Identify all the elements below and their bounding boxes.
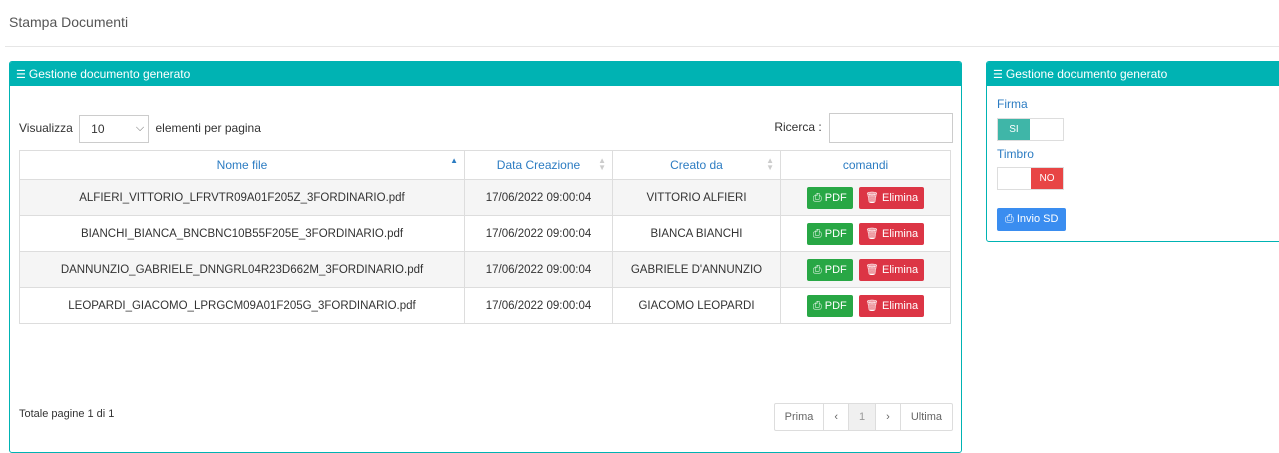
- sort-asc-icon: ▲: [450, 156, 458, 165]
- panel-header: ☰ Gestione documento generato: [987, 62, 1279, 86]
- trash-icon: 🗑: [864, 191, 879, 204]
- trash-icon: 🗑: [864, 263, 879, 276]
- panel-header: ☰ Gestione documento generato: [10, 62, 961, 86]
- delete-button[interactable]: 🗑 Elimina: [858, 294, 925, 317]
- trash-icon: 🗑: [864, 299, 879, 312]
- pager-last[interactable]: Ultima: [901, 404, 952, 430]
- printer-icon: ⎙: [812, 299, 822, 312]
- table-row: LEOPARDI_GIACOMO_LPRGCM09A01F205G_3FORDI…: [19, 287, 951, 324]
- toggle-value: NO: [1031, 168, 1063, 189]
- column-header-author[interactable]: Creato da ▲ ▼: [612, 150, 781, 180]
- column-header-file[interactable]: Nome file ▲: [19, 150, 465, 180]
- printer-icon: ⎙: [812, 191, 822, 204]
- cell-commands: ⎙ PDF 🗑 Elimina: [780, 287, 951, 324]
- timbro-label: Timbro: [997, 147, 1034, 161]
- cell-commands: ⎙ PDF 🗑 Elimina: [780, 179, 951, 216]
- pagination: Prima ‹ 1 › Ultima: [773, 403, 953, 431]
- pager-current-page[interactable]: 1: [849, 404, 877, 430]
- page-title: Stampa Documenti: [9, 14, 129, 30]
- cell-file: BIANCHI_BIANCA_BNCBNC10B55F205E_3FORDINA…: [19, 215, 465, 252]
- length-prefix: Visualizza: [19, 121, 73, 135]
- cell-author: GABRIELE D'ANNUNZIO: [612, 251, 781, 288]
- toggle-value: SI: [998, 119, 1030, 140]
- delete-button[interactable]: 🗑 Elimina: [858, 186, 925, 209]
- divider: [5, 46, 1279, 47]
- cell-date: 17/06/2022 09:00:04: [464, 179, 613, 216]
- documents-panel: ☰ Gestione documento generato Visualizza …: [9, 61, 962, 453]
- table-row: ALFIERI_VITTORIO_LFRVTR09A01F205Z_3FORDI…: [19, 179, 951, 216]
- search-input[interactable]: [829, 112, 953, 143]
- timbro-toggle[interactable]: NO: [997, 167, 1064, 190]
- panel-title: Gestione documento generato: [1005, 67, 1168, 81]
- cell-author: VITTORIO ALFIERI: [612, 179, 781, 216]
- cell-date: 17/06/2022 09:00:04: [464, 215, 613, 252]
- cell-file: DANNUNZIO_GABRIELE_DNNGRL04R23D662M_3FOR…: [19, 251, 465, 288]
- delete-button[interactable]: 🗑 Elimina: [858, 258, 925, 281]
- pdf-button[interactable]: ⎙ PDF: [806, 294, 853, 317]
- documents-table: Nome file ▲ Data Creazione ▲ ▼ Creato da ▲ ▼ …: [19, 150, 951, 324]
- table-row: DANNUNZIO_GABRIELE_DNNGRL04R23D662M_3FOR…: [19, 251, 951, 288]
- table-info: Totale pagine 1 di 1: [19, 408, 115, 420]
- page-length-value: 10: [91, 121, 105, 136]
- cell-commands: ⎙ PDF 🗑 Elimina: [780, 251, 951, 288]
- list-icon: ☰: [993, 69, 1003, 81]
- cell-file: ALFIERI_VITTORIO_LFRVTR09A01F205Z_3FORDI…: [19, 179, 465, 216]
- pager-next[interactable]: ›: [876, 404, 901, 430]
- pdf-button[interactable]: ⎙ PDF: [806, 222, 853, 245]
- send-sd-button[interactable]: ⎙ Invio SD: [997, 208, 1067, 231]
- sort-icon: ▲ ▼: [766, 156, 774, 172]
- table-header-row: Nome file ▲ Data Creazione ▲ ▼ Creato da ▲ ▼ …: [19, 150, 951, 180]
- cell-date: 17/06/2022 09:00:04: [464, 251, 613, 288]
- length-suffix: elementi per pagina: [155, 121, 261, 135]
- pager-prev[interactable]: ‹: [824, 404, 850, 430]
- column-header-commands: comandi: [780, 150, 951, 180]
- pdf-button[interactable]: ⎙ PDF: [806, 258, 853, 281]
- firma-label: Firma: [997, 97, 1028, 111]
- printer-icon: ⎙: [1005, 213, 1014, 225]
- cell-commands: ⎙ PDF 🗑 Elimina: [780, 215, 951, 252]
- panel-title: Gestione documento generato: [28, 67, 191, 81]
- printer-icon: ⎙: [812, 263, 822, 276]
- pager-first[interactable]: Prima: [775, 404, 825, 430]
- table-row: BIANCHI_BIANCA_BNCBNC10B55F205E_3FORDINA…: [19, 215, 951, 252]
- delete-button[interactable]: 🗑 Elimina: [858, 222, 925, 245]
- firma-toggle[interactable]: SI: [997, 118, 1064, 141]
- search-control: Ricerca :: [774, 112, 953, 143]
- pdf-button[interactable]: ⎙ PDF: [806, 186, 853, 209]
- trash-icon: 🗑: [864, 227, 879, 240]
- sort-icon: ▲ ▼: [598, 156, 606, 172]
- page-length-select[interactable]: 10 ⌵: [79, 114, 150, 143]
- column-header-date[interactable]: Data Creazione ▲ ▼: [464, 150, 613, 180]
- printer-icon: ⎙: [812, 227, 822, 240]
- cell-file: LEOPARDI_GIACOMO_LPRGCM09A01F205G_3FORDI…: [19, 287, 465, 324]
- cell-date: 17/06/2022 09:00:04: [464, 287, 613, 324]
- cell-author: BIANCA BIANCHI: [612, 215, 781, 252]
- chevron-down-icon: ⌵: [135, 121, 145, 134]
- length-control: Visualizza 10 ⌵ elementi per pagina: [19, 114, 261, 143]
- options-panel: ☰ Gestione documento generato Firma SI Ti…: [986, 61, 1279, 242]
- search-label: Ricerca :: [774, 120, 822, 134]
- list-icon: ☰: [16, 69, 26, 81]
- cell-author: GIACOMO LEOPARDI: [612, 287, 781, 324]
